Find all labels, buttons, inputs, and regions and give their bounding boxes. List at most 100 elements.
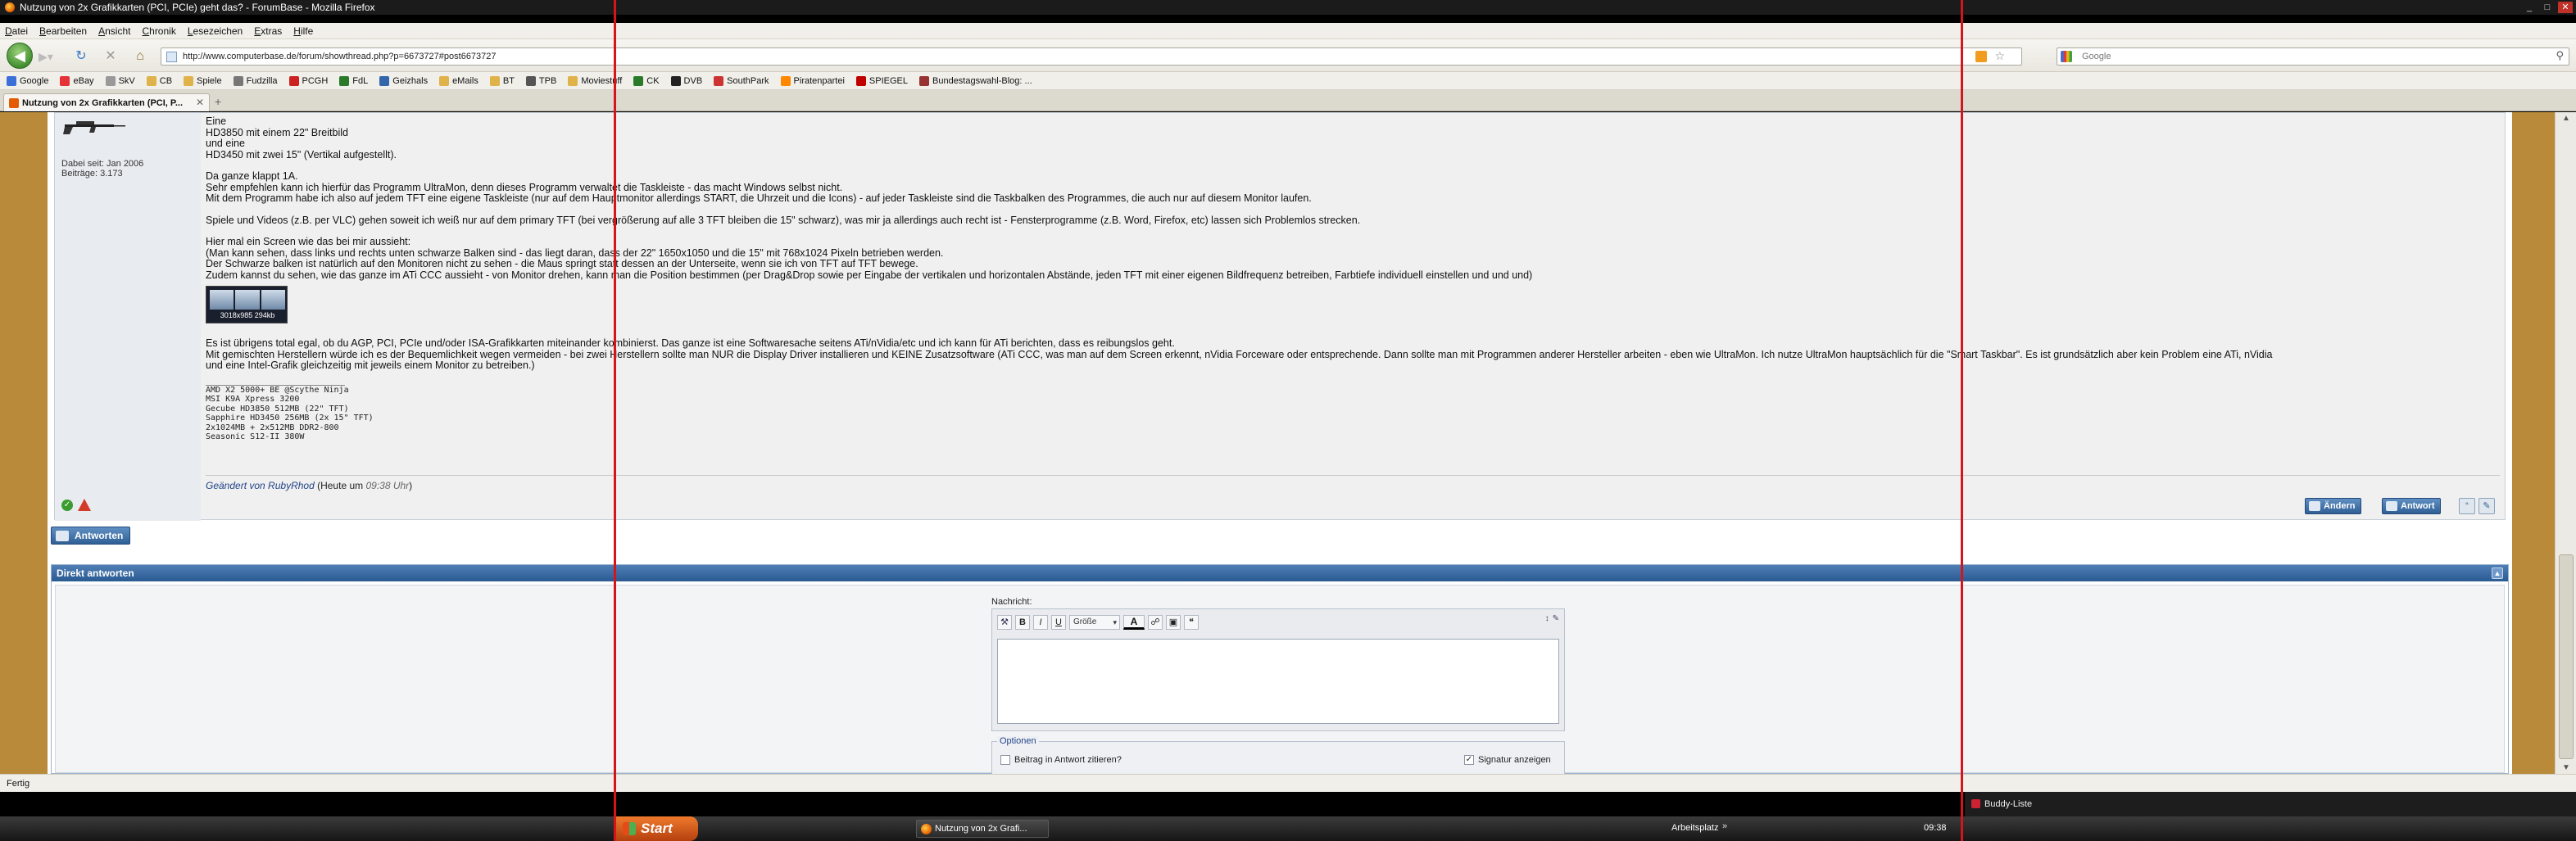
scrollbar-thumb[interactable] [2559,554,2574,759]
back-button[interactable]: ◀ [7,43,33,69]
bookmark-item[interactable]: Geizhals [379,75,428,86]
menu-datei[interactable]: Datei [5,25,28,37]
scroll-down-icon[interactable]: ▼ [2562,763,2570,772]
new-reply-button[interactable]: Antworten [51,527,131,545]
bookmark-label: Piratenpartei [793,75,845,86]
collapse-icon[interactable]: ▲ [2492,567,2503,579]
font-color-button[interactable]: A [1123,615,1145,630]
bookmark-item[interactable]: BT [489,75,515,86]
bookmark-item[interactable]: eMails [439,75,478,86]
tray-workspace-label[interactable]: Arbeitsplatz [1671,823,1718,833]
editor-resize-controls: ↕ ✎ [1545,614,1559,623]
monitor-separator-line [1961,0,1963,841]
close-button[interactable]: ✕ [2558,2,2573,13]
search-placeholder: Google [2082,52,2111,61]
minimize-button[interactable]: _ [2522,2,2537,13]
switch-mode-icon[interactable]: ✎ [1553,614,1559,623]
quote-option[interactable]: Beitrag in Antwort zitieren? [1000,755,1122,765]
bookmark-item[interactable]: SouthPark [714,75,769,86]
bookmark-item[interactable]: Google [7,75,48,86]
forward-button[interactable]: ▶▾ [34,47,57,66]
remove-format-icon[interactable]: ⚒ [997,615,1012,630]
bookmark-item[interactable]: Bundestagswahl-Blog: ... [919,75,1032,86]
scroll-up-icon[interactable]: ▲ [2562,114,2570,123]
report-post-icon[interactable] [78,499,91,511]
quote-checkbox[interactable] [1000,755,1010,765]
italic-button[interactable]: I [1033,615,1048,630]
google-icon[interactable] [2061,51,2072,62]
user-post-count: Beiträge: 3.173 [61,169,123,179]
reload-icon[interactable]: ↻ [72,47,90,66]
message-textarea[interactable] [997,639,1559,724]
post-line: Da ganze klappt 1A. [206,170,298,182]
stop-icon[interactable]: ✕ [102,47,120,66]
tray-expand-icon[interactable]: » [1722,821,1727,831]
image-icon[interactable]: ▣ [1166,615,1181,630]
bookmark-item[interactable]: Fudzilla [233,75,278,86]
bold-button[interactable]: B [1015,615,1030,630]
bookmark-item[interactable]: DVB [670,75,702,86]
start-button[interactable]: Start [616,816,698,841]
signature-line: AMD X2 5000+ BE @Scythe Ninja [206,385,349,395]
new-tab-button[interactable]: + [215,95,221,108]
bookmark-item[interactable]: CB [146,75,172,86]
signature: AMD X2 5000+ BE @Scythe Ninja MSI K9A Xp… [206,386,2500,442]
search-bar[interactable]: Google ⚲ [2057,47,2569,66]
bookmark-icon [633,75,644,86]
bookmark-item[interactable]: Piratenpartei [780,75,845,86]
bookmark-star-icon[interactable]: ☆ [1994,49,2005,63]
link-icon[interactable]: ☍ [1148,615,1163,630]
url-bar[interactable]: http://www.computerbase.de/forum/showthr… [161,47,2022,66]
underline-button[interactable]: U [1051,615,1066,630]
firefox-icon [5,2,15,12]
multiquote-button[interactable]: “ [2459,498,2475,514]
editor-wrapper: Nachricht: ⚒ B I U Größe A ☍ ▣ ❝ [991,597,1573,774]
window-titlebar[interactable]: Nutzung von 2x Grafikkarten (PCI, PCIe) … [0,0,2576,15]
edit-post-button[interactable]: Ändern [2305,498,2361,514]
windows-logo-icon [623,822,636,835]
options-legend: Optionen [997,736,1039,746]
tab-close-icon[interactable]: ✕ [196,97,204,108]
post-line: und eine [206,138,245,149]
signature-checkbox[interactable]: ✓ [1464,755,1474,765]
bookmark-item[interactable]: SPIEGEL [855,75,908,86]
maximize-button[interactable]: □ [2540,2,2555,13]
bookmark-icon [568,75,578,86]
taskbar-item-label: Nutzung von 2x Grafi... [935,824,1027,834]
post-line: Hier mal ein Screen wie das bei mir auss… [206,236,411,247]
menu-bearbeiten[interactable]: Bearbeiten [39,25,87,37]
user-avatar-rifle [63,121,125,134]
reply-post-button[interactable]: Antwort [2382,498,2441,514]
bookmark-icon [489,75,500,86]
quick-reply-button[interactable]: ✎ [2478,498,2495,514]
signature-line: 2x1024MB + 2x512MB DDR2-800 [206,423,339,432]
tab-active[interactable]: Nutzung von 2x Grafikkarten (PCI, P... ✕ [3,93,210,111]
bookmark-item[interactable]: CK [633,75,660,86]
bookmark-item[interactable]: FdL [339,75,368,86]
bookmark-item[interactable]: eBay [60,75,94,86]
signature-option[interactable]: ✓ Signatur anzeigen [1464,755,1551,765]
bookmark-item[interactable]: SkV [105,75,135,86]
search-icon[interactable]: ⚲ [2556,49,2564,62]
quote-icon[interactable]: ❝ [1184,615,1199,630]
buddy-list-window[interactable]: Buddy-Liste [1965,792,2576,816]
tab-favicon [9,98,19,108]
screenshot-thumbnail[interactable]: 3018x985 294kb [206,286,288,323]
bookmark-item[interactable]: PCGH [288,75,328,86]
menu-lesezeichen[interactable]: Lesezeichen [188,25,243,37]
bookmark-item[interactable]: Spiele [184,75,222,86]
menu-extras[interactable]: Extras [254,25,282,37]
page-scrollbar[interactable]: ▲ ▼ [2555,112,2576,774]
rss-icon[interactable] [1975,51,1987,62]
post-line: HD3450 mit zwei 15" (Vertikal aufgestell… [206,148,397,161]
menu-ansicht[interactable]: Ansicht [98,25,130,37]
menu-hilfe[interactable]: Hilfe [293,25,313,37]
font-size-select[interactable]: Größe [1069,615,1120,630]
new-reply-label: Antworten [75,530,124,541]
home-icon[interactable]: ⌂ [131,47,149,66]
resize-arrows-icon[interactable]: ↕ [1545,614,1549,623]
taskbar-item-firefox[interactable]: Nutzung von 2x Grafi... [916,820,1049,838]
menu-chronik[interactable]: Chronik [142,25,175,37]
bookmark-item[interactable]: TPB [525,75,556,86]
signature-line: MSI K9A Xpress 3200 [206,395,300,404]
